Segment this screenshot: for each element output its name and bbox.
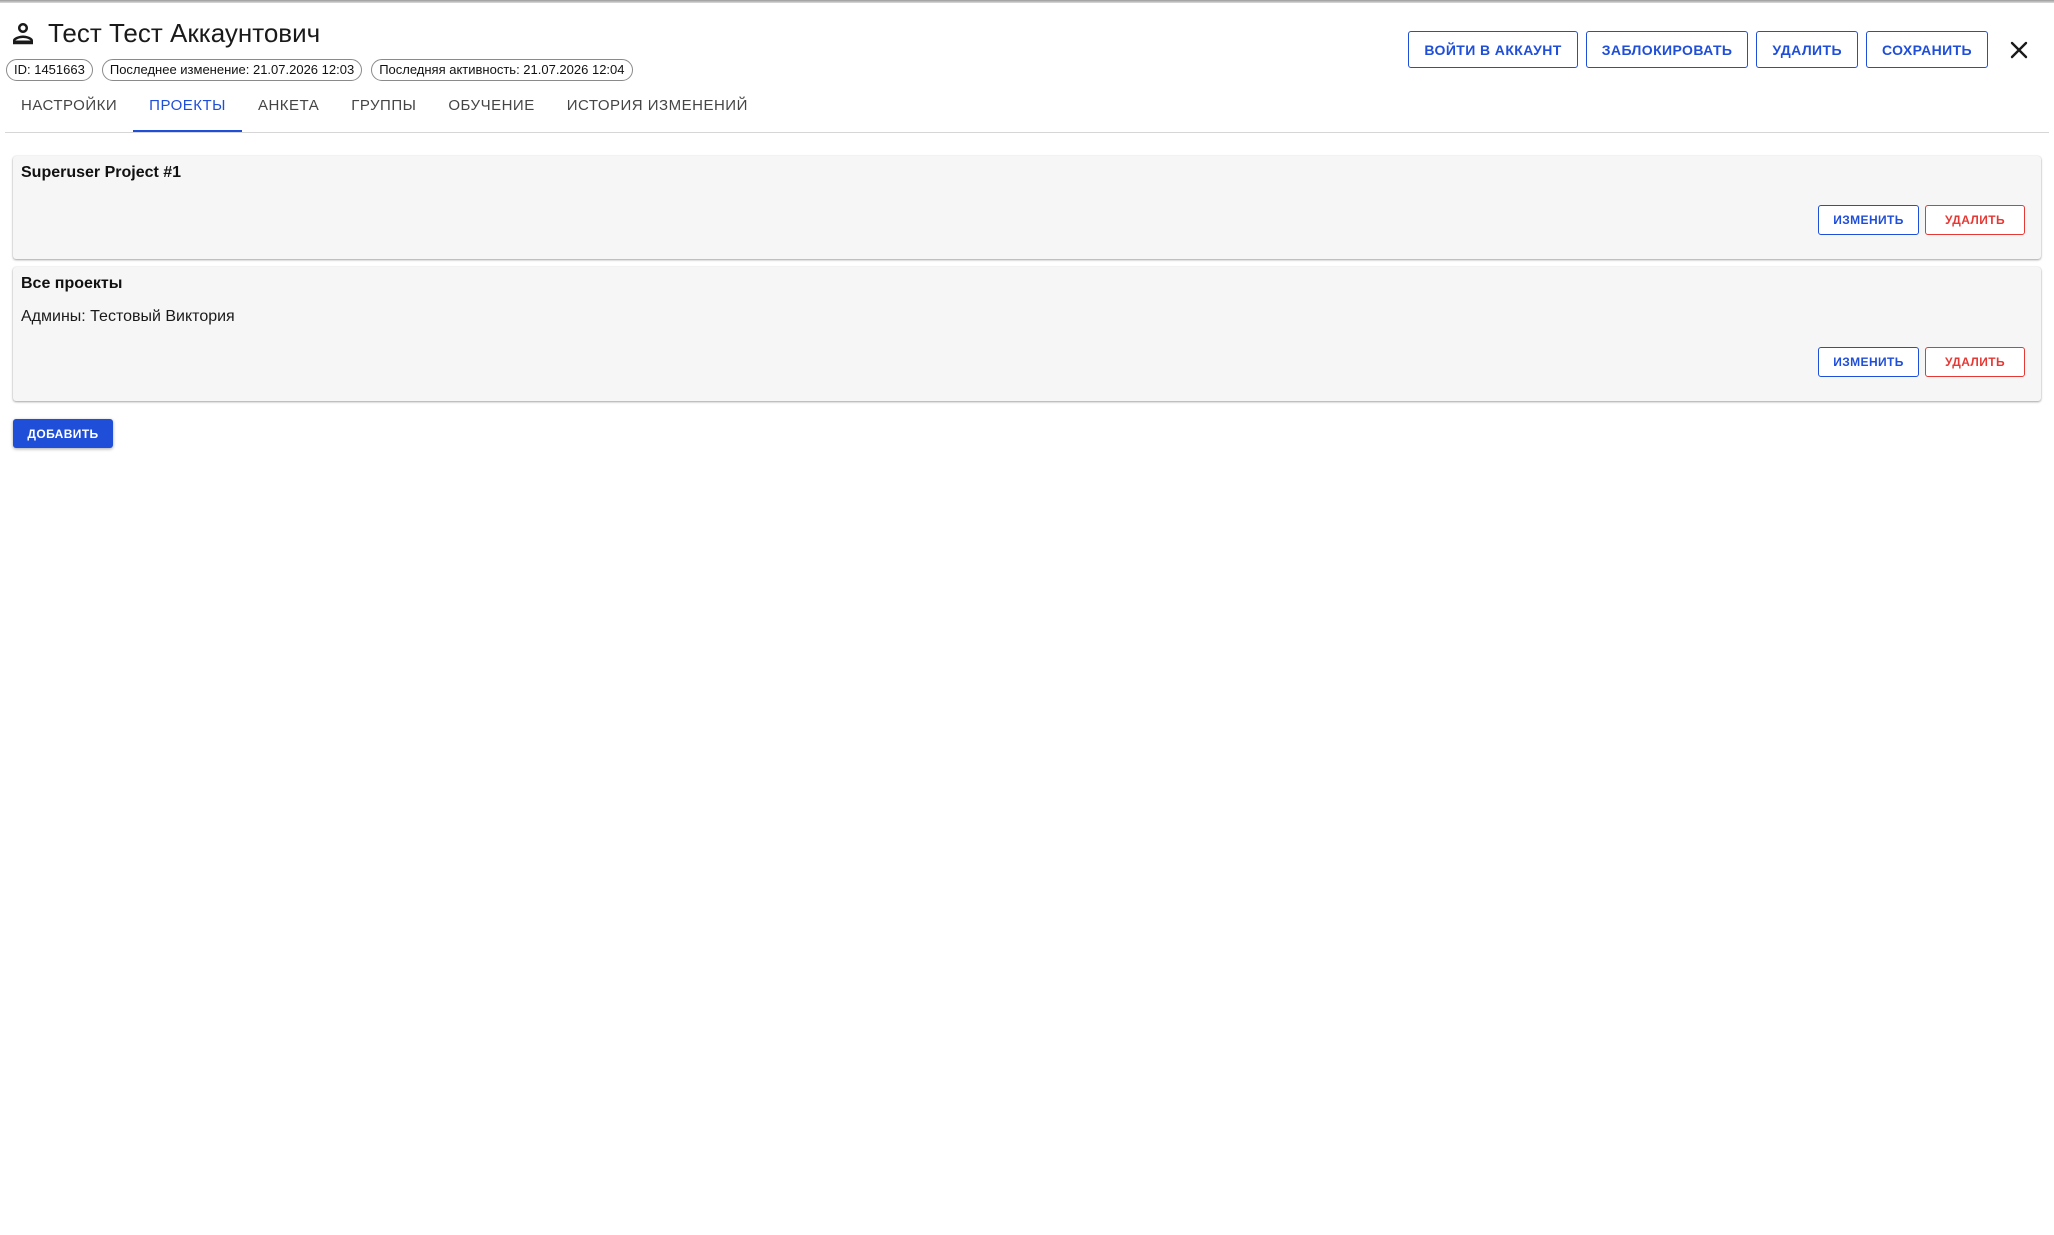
header-actions: Войти в аккаунт Заблокировать Удалить Со… — [1408, 31, 2054, 68]
tab-change-history[interactable]: История изменений — [551, 88, 764, 132]
project-card: Все проекты Админы: Тестовый Виктория Из… — [13, 267, 2041, 401]
last-modified-chip: Последнее изменение: 21.07.2026 12:03 — [101, 59, 363, 81]
tab-settings[interactable]: Настройки — [5, 88, 133, 132]
tab-training[interactable]: Обучение — [432, 88, 550, 132]
page-title: Тест Тест Аккаунтович — [48, 18, 321, 48]
tab-questionnaire[interactable]: Анкета — [242, 88, 335, 132]
add-project-button[interactable]: Добавить — [13, 419, 113, 448]
last-activity-chip: Последняя активность: 21.07.2026 12:04 — [371, 59, 633, 81]
project-name: Все проекты — [21, 275, 123, 292]
delete-project-button[interactable]: Удалить — [1925, 347, 2025, 377]
projects-list: Superuser Project #1 Изменить Удалить Вс… — [13, 156, 2041, 409]
delete-account-button[interactable]: Удалить — [1756, 31, 1858, 68]
save-button[interactable]: Сохранить — [1865, 31, 1988, 68]
edit-project-button[interactable]: Изменить — [1818, 347, 1919, 377]
project-name: Superuser Project #1 — [21, 164, 182, 181]
edit-project-button[interactable]: Изменить — [1818, 205, 1919, 235]
user-icon — [8, 18, 38, 48]
block-button[interactable]: Заблокировать — [1585, 31, 1749, 68]
page-header: Тест Тест Аккаунтович ID: 1451663 Послед… — [0, 0, 2054, 133]
tab-bar: Настройки Проекты Анкета Группы Обучение… — [5, 88, 2049, 133]
tab-groups[interactable]: Группы — [335, 88, 432, 132]
login-as-button[interactable]: Войти в аккаунт — [1408, 31, 1578, 68]
meta-chips: ID: 1451663 Последнее изменение: 21.07.2… — [6, 59, 633, 81]
delete-project-button[interactable]: Удалить — [1925, 205, 2025, 235]
tab-projects[interactable]: Проекты — [133, 88, 242, 132]
close-icon[interactable] — [2002, 31, 2036, 68]
project-card: Superuser Project #1 Изменить Удалить — [13, 156, 2041, 259]
project-actions: Изменить Удалить — [1818, 347, 2025, 377]
project-admins: Админы: Тестовый Виктория — [21, 308, 235, 325]
id-chip: ID: 1451663 — [6, 59, 93, 81]
project-actions: Изменить Удалить — [1818, 205, 2025, 235]
